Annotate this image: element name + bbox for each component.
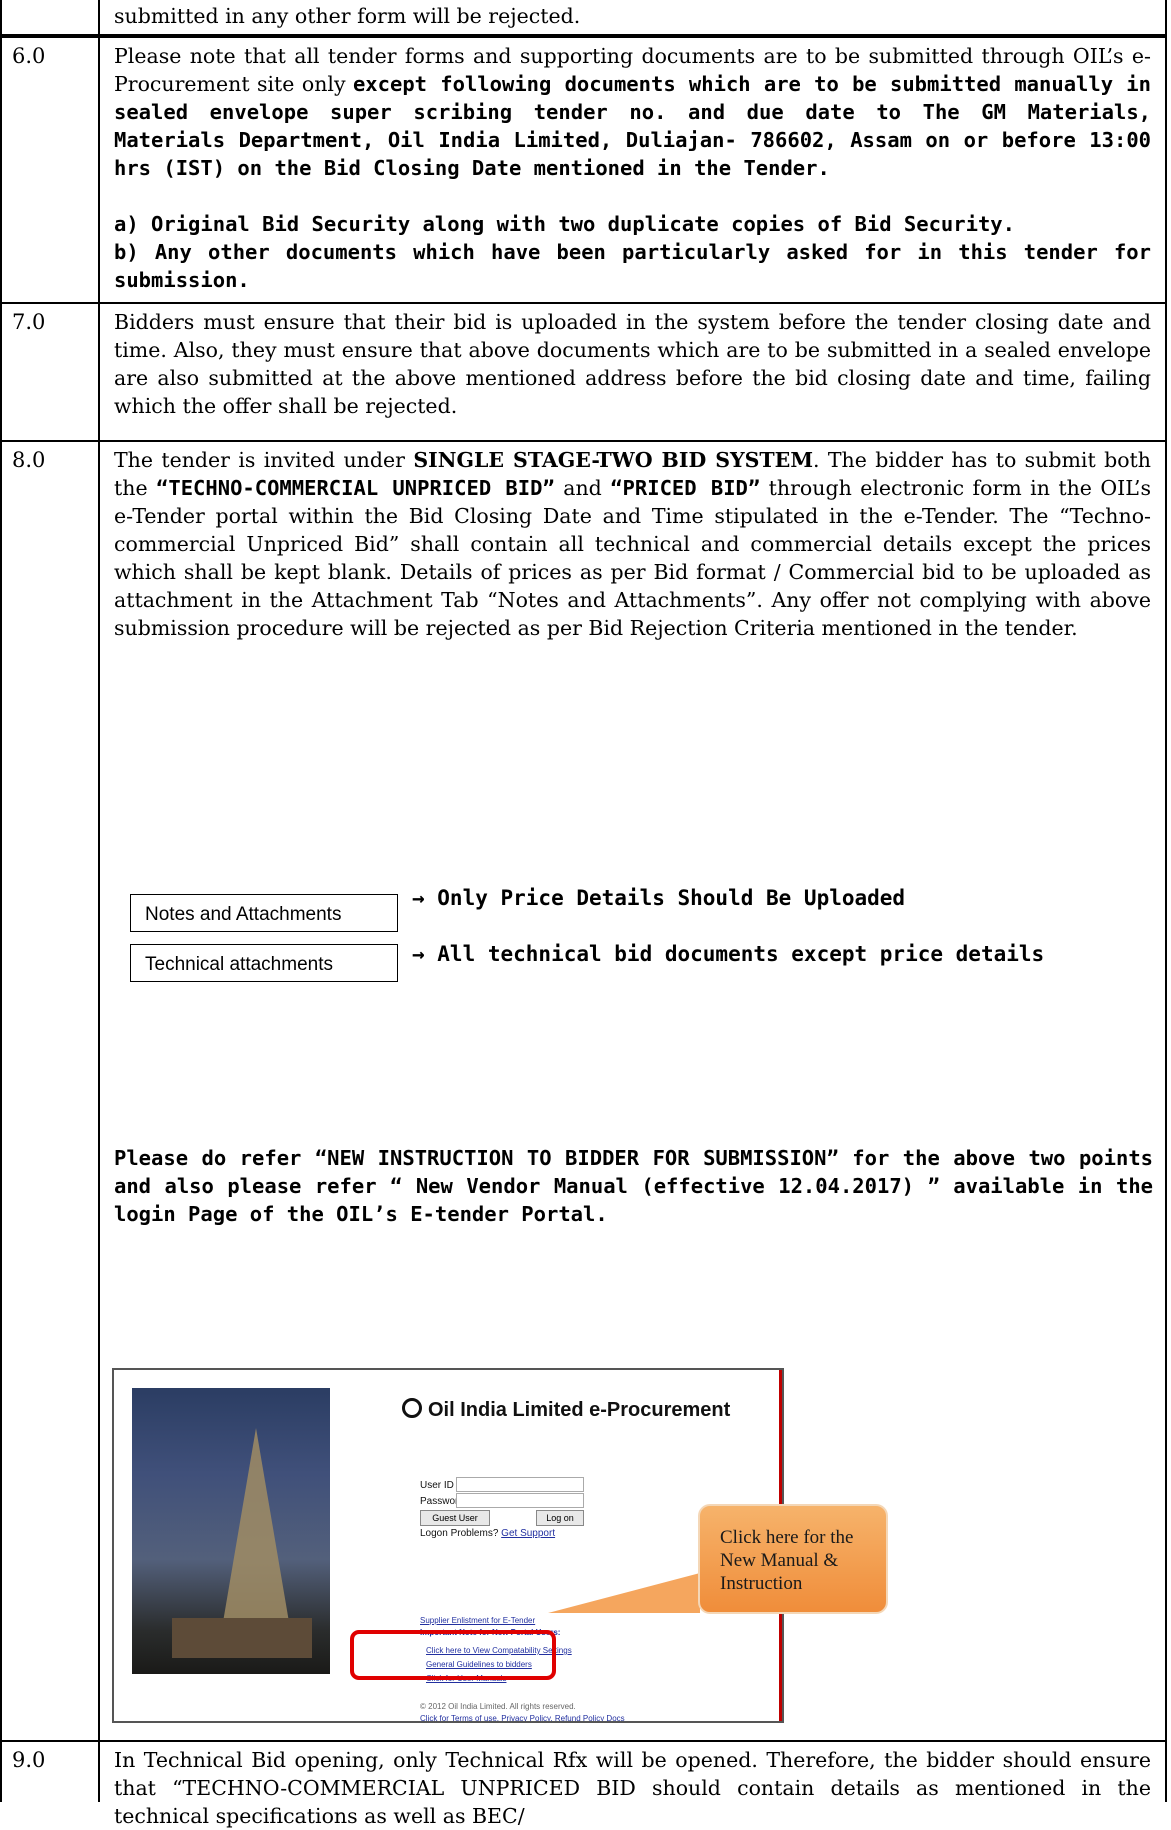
row-7-text: Bidders must ensure that their bid is up… (114, 310, 1151, 418)
table-row: 6.0 Please note that all tender forms an… (0, 36, 1167, 304)
row-5-tail-text: submitted in any other form will be reje… (114, 4, 581, 28)
row-number: 6.0 (2, 38, 100, 302)
row-8-p1-g: through electronic form in the OIL’s e-T… (114, 476, 1151, 640)
user-manuals-highlight (350, 1630, 556, 1680)
terms-link[interactable]: Click for Terms of use, Privacy Policy, … (420, 1714, 625, 1721)
location-pin-icon (402, 1398, 422, 1418)
row-number: 7.0 (2, 304, 100, 440)
row-9-text: In Technical Bid opening, only Technical… (114, 1748, 1151, 1828)
row-text: Bidders must ensure that their bid is up… (100, 304, 1165, 440)
rig-base-shape (172, 1618, 312, 1658)
table-row: submitted in any other form will be reje… (0, 0, 1167, 36)
row-8-p1-a: The tender is invited under (114, 448, 405, 472)
row-6-item-b: b) Any other documents which have been p… (114, 240, 1151, 292)
portal-login-screenshot: Oil India Limited e-Procurement User ID … (112, 1368, 784, 1723)
row-number: 9.0 (2, 1742, 100, 1802)
user-id-label: User ID * (420, 1480, 461, 1491)
row-text: submitted in any other form will be reje… (100, 0, 1165, 34)
row-8-p1-d: “TECHNO-COMMERCIAL UNPRICED BID” (156, 476, 555, 500)
row-text: Please note that all tender forms and su… (100, 38, 1165, 302)
logo-text: Oil India Limited e-Procurement (428, 1399, 731, 1421)
row-6-item-a: a) Original Bid Security along with two … (114, 212, 1015, 236)
logon-problems: Logon Problems? Get Support (420, 1528, 556, 1539)
drilling-rig-photo (132, 1388, 330, 1674)
technical-tab-note: → All technical bid documents except pri… (412, 942, 1045, 966)
row-8-p1-b: SINGLE STAGE-TWO BID SYSTEM (413, 448, 814, 472)
guest-user-button[interactable]: Guest User (420, 1510, 490, 1526)
supplier-enlistment-link[interactable]: Supplier Enlistment for E-Tender (420, 1616, 535, 1625)
row-text: In Technical Bid opening, only Technical… (100, 1742, 1165, 1828)
callout-pointer (548, 1573, 700, 1613)
new-manual-callout: Click here for the New Manual & Instruct… (698, 1504, 888, 1614)
notes-tab-note: → Only Price Details Should Be Uploaded (412, 886, 906, 910)
get-support-link[interactable]: Get Support (501, 1528, 555, 1539)
notes-and-attachments-tab: Notes and Attachments (130, 894, 398, 932)
row-8-p1-f: “PRICED BID” (610, 476, 761, 500)
table-row: 7.0 Bidders must ensure that their bid i… (0, 304, 1167, 442)
row-number (2, 0, 100, 34)
row-number: 8.0 (2, 442, 100, 1740)
copyright-text: © 2012 Oil India Limited. All rights res… (420, 1702, 576, 1711)
oil-india-logo: Oil India Limited e-Procurement (402, 1398, 730, 1422)
technical-attachments-tab: Technical attachments (130, 944, 398, 982)
user-id-input[interactable] (456, 1477, 584, 1492)
log-on-button[interactable]: Log on (536, 1510, 584, 1526)
table-row: 9.0 In Technical Bid opening, only Techn… (0, 1742, 1167, 1828)
password-input[interactable] (456, 1493, 584, 1508)
refer-paragraph: Please do refer “NEW INSTRUCTION TO BIDD… (114, 1146, 1153, 1226)
row-8-p1-e: and (563, 476, 602, 500)
rig-tower-shape (222, 1428, 290, 1628)
